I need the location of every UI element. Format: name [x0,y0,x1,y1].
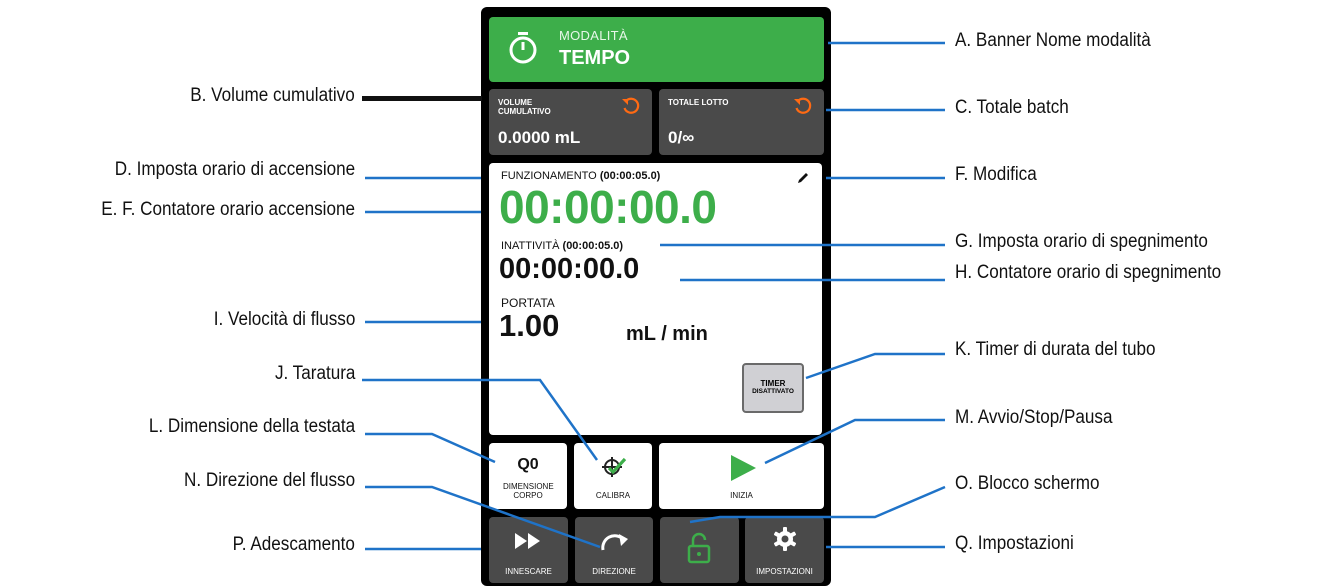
callout-e: E. F. Contatore orario accensione [101,199,355,220]
callout-l: L. Dimensione della testata [148,416,355,437]
leader-line-m [764,418,945,465]
callout-h: H. Contatore orario di spegnimento [955,262,1222,283]
callout-b: B. Volume cumulativo [190,85,355,106]
leader-shadow-b [362,96,482,101]
callout-k: K. Timer di durata del tubo [955,339,1156,360]
callout-c: C. Totale batch [955,97,1069,118]
callout-n: N. Direzione del flusso [183,470,355,491]
callout-p: P. Adescamento [232,534,355,555]
leader-line-j [362,378,599,461]
callout-g: G. Imposta orario di spegnimento [955,231,1208,252]
leader-line-l [365,432,496,464]
callout-m: M. Avvio/Stop/Pausa [955,407,1113,428]
callout-d: D. Imposta orario di accensione [114,159,355,180]
leader-line-n [365,485,601,549]
callout-q: Q. Impostazioni [955,533,1074,554]
leader-line-o [689,485,946,524]
leader-line-k [805,352,945,380]
callout-j: J. Taratura [274,363,355,384]
callout-i: I. Velocità di flusso [213,309,355,330]
callout-f: F. Modifica [955,164,1037,185]
callout-o: O. Blocco schermo [955,473,1100,494]
callout-a: A. Banner Nome modalità [955,30,1151,51]
